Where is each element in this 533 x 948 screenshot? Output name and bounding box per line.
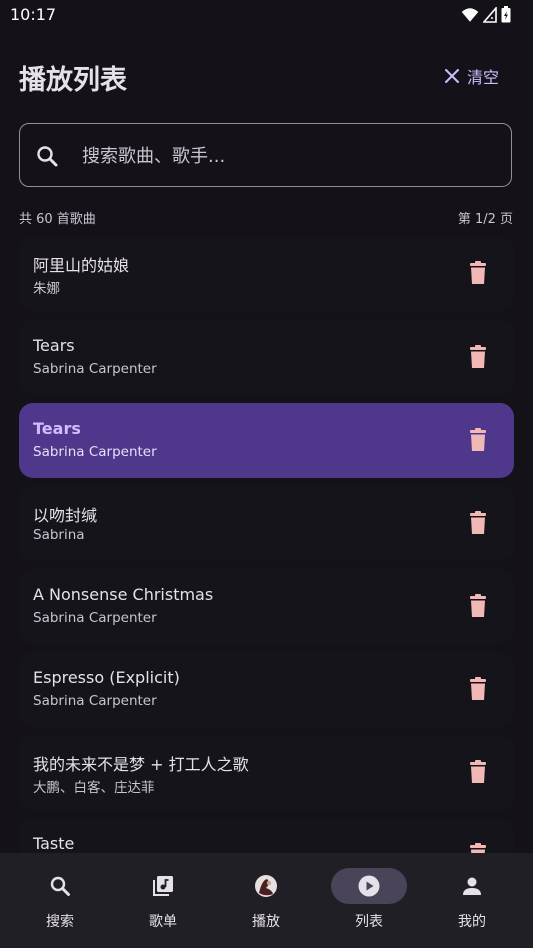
- delete-icon[interactable]: [468, 261, 488, 285]
- wifi-icon: [461, 7, 479, 22]
- song-title: 我的未来不是梦 + 打工人之歌: [33, 755, 249, 774]
- play-circle-icon: [358, 875, 380, 897]
- nav-label: 搜索: [46, 914, 74, 930]
- song-artist: Sabrina Carpenter: [33, 693, 157, 709]
- song-title: Tears: [33, 336, 75, 355]
- close-icon: [444, 69, 459, 83]
- page-title: 播放列表: [19, 65, 127, 96]
- song-title: 以吻封缄: [33, 506, 98, 525]
- playlist-icon: [153, 876, 173, 896]
- summary-row: 共 60 首歌曲 第 1/2 页: [19, 208, 513, 228]
- song-list[interactable]: 阿里山的姑娘 朱娜 Tears Sabrina Carpenter Tears …: [0, 237, 533, 853]
- song-count: 共 60 首歌曲: [19, 212, 96, 227]
- clear-button[interactable]: 清空: [444, 64, 499, 88]
- person-icon: [463, 877, 481, 895]
- nav-label: 歌单: [149, 914, 177, 930]
- nav-queue[interactable]: 列表: [317, 853, 421, 948]
- search-box[interactable]: [19, 123, 512, 188]
- song-row[interactable]: Espresso (Explicit) Sabrina Carpenter: [19, 652, 514, 727]
- search-icon: [50, 876, 70, 896]
- song-artist: Sabrina: [33, 527, 85, 543]
- song-row[interactable]: 阿里山的姑娘 朱娜: [19, 237, 514, 311]
- status-icons: [461, 6, 511, 23]
- song-artist: Sabrina Carpenter: [33, 610, 157, 626]
- header: 播放列表 清空: [0, 50, 533, 106]
- search-icon: [37, 146, 58, 167]
- nav-profile[interactable]: 我的: [420, 853, 524, 948]
- song-row[interactable]: Taste: [19, 818, 514, 853]
- clear-button-label: 清空: [466, 68, 499, 87]
- search-input[interactable]: [80, 124, 504, 188]
- song-row[interactable]: 我的未来不是梦 + 打工人之歌 大鹏、白客、庄达菲: [19, 735, 514, 810]
- song-row[interactable]: 以吻封缄 Sabrina: [19, 486, 514, 561]
- nav-label: 我的: [458, 914, 486, 930]
- song-title: A Nonsense Christmas: [33, 585, 214, 604]
- nav-player[interactable]: 播放: [214, 853, 318, 948]
- status-time: 10:17: [10, 5, 57, 24]
- signal-icon: [483, 6, 497, 23]
- song-title: 阿里山的姑娘: [33, 256, 130, 275]
- song-artist: 大鹏、白客、庄达菲: [33, 780, 155, 796]
- delete-icon[interactable]: [468, 677, 488, 701]
- page-indicator: 第 1/2 页: [457, 212, 513, 227]
- song-row-playing[interactable]: Tears Sabrina Carpenter: [19, 403, 514, 478]
- song-artist: 朱娜: [33, 281, 60, 297]
- song-artist: Sabrina Carpenter: [33, 444, 157, 460]
- song-row[interactable]: A Nonsense Christmas Sabrina Carpenter: [19, 569, 514, 644]
- status-bar: 10:17: [0, 0, 533, 30]
- song-title: Espresso (Explicit): [33, 668, 180, 687]
- nav-label: 播放: [252, 914, 280, 930]
- delete-icon[interactable]: [468, 511, 488, 535]
- nav-playlist[interactable]: 歌单: [111, 853, 215, 948]
- song-row[interactable]: Tears Sabrina Carpenter: [19, 320, 514, 395]
- delete-icon[interactable]: [468, 594, 488, 618]
- delete-icon[interactable]: [468, 760, 488, 784]
- song-title: Tears: [33, 419, 81, 438]
- song-title: Taste: [33, 834, 75, 853]
- album-cover-icon: [255, 875, 277, 897]
- song-artist: Sabrina Carpenter: [33, 361, 157, 377]
- battery-icon: [501, 6, 511, 23]
- bottom-navigation: 搜索 歌单 播放 列表 我的: [0, 853, 533, 948]
- delete-icon[interactable]: [468, 428, 488, 452]
- nav-search[interactable]: 搜索: [8, 853, 112, 948]
- delete-icon[interactable]: [468, 843, 488, 853]
- delete-icon[interactable]: [468, 345, 488, 369]
- nav-label: 列表: [355, 914, 383, 930]
